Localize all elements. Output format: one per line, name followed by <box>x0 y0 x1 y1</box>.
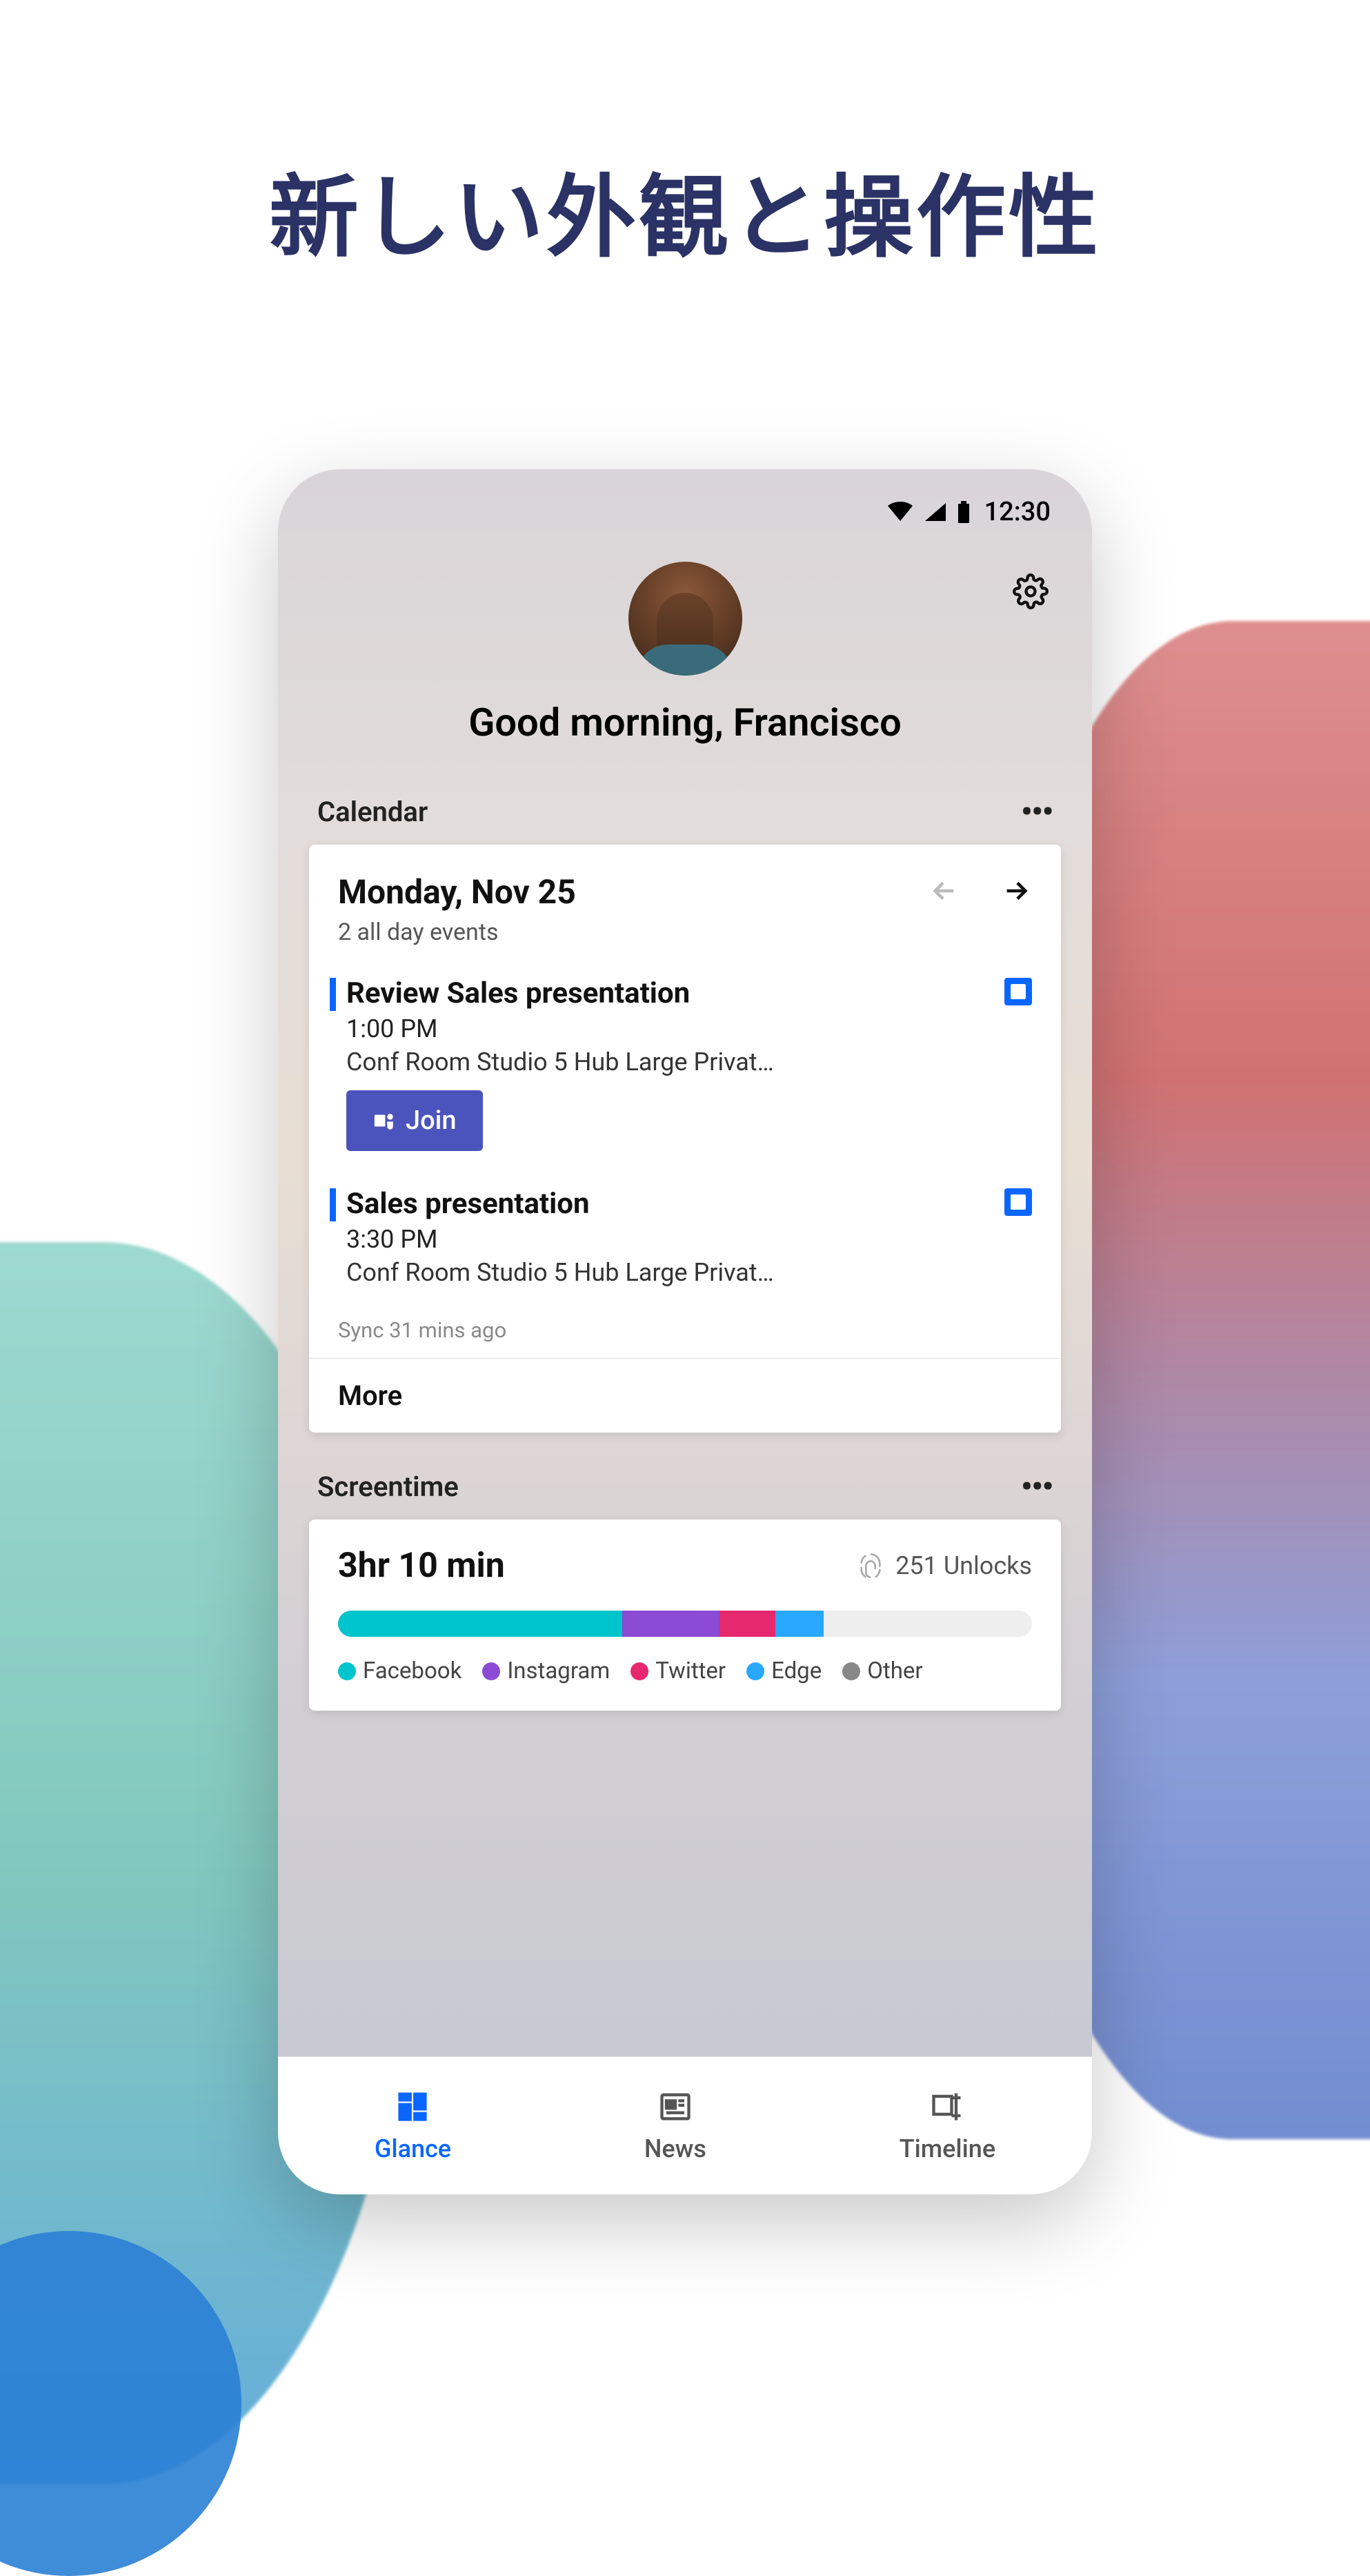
calendar-more-menu[interactable]: ••• <box>1021 794 1053 829</box>
screentime-section: Screentime ••• 3hr 10 min 251 Unlocks <box>309 1468 1061 1711</box>
outlook-icon <box>1004 978 1032 1005</box>
calendar-section-title: Calendar <box>317 796 428 828</box>
unlocks-text: 251 Unlocks <box>895 1551 1032 1580</box>
status-time: 12:30 <box>984 497 1051 527</box>
calendar-allday-count: 2 all day events <box>338 918 576 946</box>
legend-item: Twitter <box>631 1658 726 1684</box>
legend-label: Other <box>867 1658 922 1684</box>
bar-segment-edge <box>775 1611 824 1637</box>
legend-label: Twitter <box>655 1658 726 1684</box>
nav-timeline[interactable]: Timeline <box>900 2089 995 2163</box>
calendar-date: Monday, Nov 25 <box>338 872 576 912</box>
arrow-left-icon <box>929 875 960 910</box>
calendar-card: Monday, Nov 25 2 all day events <box>309 845 1061 1433</box>
event-location: Conf Room Studio 5 Hub Large Privat… <box>346 1258 912 1287</box>
calendar-event[interactable]: Sales presentation 3:30 PM Conf Room Stu… <box>309 1169 1061 1305</box>
screentime-bar <box>338 1611 1032 1637</box>
signal-icon <box>924 502 947 522</box>
event-location: Conf Room Studio 5 Hub Large Privat… <box>346 1048 912 1076</box>
event-accent-bar <box>330 978 336 1011</box>
fingerprint-icon <box>857 1552 884 1580</box>
calendar-next-button[interactable] <box>1000 876 1032 908</box>
calendar-more-link[interactable]: More <box>338 1379 402 1412</box>
event-time: 3:30 PM <box>346 1225 1032 1254</box>
calendar-section: Calendar ••• Monday, Nov 25 2 all day ev… <box>309 794 1061 1433</box>
bar-segment-twitter <box>719 1611 775 1637</box>
nav-glance[interactable]: Glance <box>375 2089 451 2163</box>
timeline-icon <box>929 2089 965 2127</box>
legend-item: Facebook <box>338 1658 461 1684</box>
event-title: Sales presentation <box>346 1187 1032 1221</box>
settings-button[interactable] <box>1011 573 1051 613</box>
screentime-section-title: Screentime <box>317 1471 459 1503</box>
nav-label: Glance <box>375 2134 451 2163</box>
legend-label: Facebook <box>363 1658 461 1684</box>
outlook-icon <box>1004 1188 1032 1216</box>
battery-icon <box>957 501 971 523</box>
teams-icon <box>373 1109 396 1132</box>
legend-item: Edge <box>746 1658 822 1684</box>
calendar-event[interactable]: Review Sales presentation 1:00 PM Conf R… <box>309 968 1061 1169</box>
legend-dot <box>746 1662 764 1680</box>
legend-dot <box>842 1662 860 1680</box>
legend-dot <box>631 1662 648 1680</box>
glance-icon <box>395 2089 430 2127</box>
bottom-nav: Glance News Timeline <box>278 2056 1092 2194</box>
wifi-icon <box>886 502 914 522</box>
avatar[interactable] <box>628 562 742 676</box>
legend-item: Other <box>842 1658 922 1684</box>
screentime-more-menu[interactable]: ••• <box>1021 1468 1053 1504</box>
phone-frame: 12:30 Good morning, Francisco Calendar •… <box>278 469 1092 2194</box>
page-headline: 新しい外観と操作性 <box>0 0 1370 275</box>
screentime-legend: Facebook Instagram Twitter Edge Other <box>338 1658 1032 1684</box>
legend-dot <box>338 1662 356 1680</box>
screentime-card: 3hr 10 min 251 Unlocks Facebook Instagra… <box>309 1520 1061 1711</box>
calendar-sync-status: Sync 31 mins ago <box>309 1305 1061 1358</box>
event-accent-bar <box>330 1188 336 1221</box>
event-title: Review Sales presentation <box>346 976 1032 1010</box>
bar-segment-facebook <box>338 1611 622 1637</box>
legend-label: Edge <box>771 1658 822 1684</box>
nav-news[interactable]: News <box>644 2089 706 2163</box>
bar-segment-instagram <box>622 1611 719 1637</box>
nav-label: News <box>644 2134 706 2163</box>
join-meeting-button[interactable]: Join <box>346 1090 483 1151</box>
legend-label: Instagram <box>507 1658 610 1684</box>
nav-label: Timeline <box>900 2134 995 2163</box>
news-icon <box>657 2089 693 2127</box>
gear-icon <box>1013 573 1049 612</box>
join-label: Join <box>406 1105 457 1136</box>
screentime-unlocks: 251 Unlocks <box>857 1551 1032 1580</box>
legend-item: Instagram <box>482 1658 610 1684</box>
status-bar: 12:30 <box>278 469 1092 527</box>
screentime-total: 3hr 10 min <box>338 1546 505 1586</box>
event-time: 1:00 PM <box>346 1014 1032 1043</box>
legend-dot <box>482 1662 500 1680</box>
calendar-prev-button[interactable] <box>929 876 960 908</box>
arrow-right-icon <box>1000 875 1032 910</box>
greeting-text: Good morning, Francisco <box>278 700 1092 745</box>
